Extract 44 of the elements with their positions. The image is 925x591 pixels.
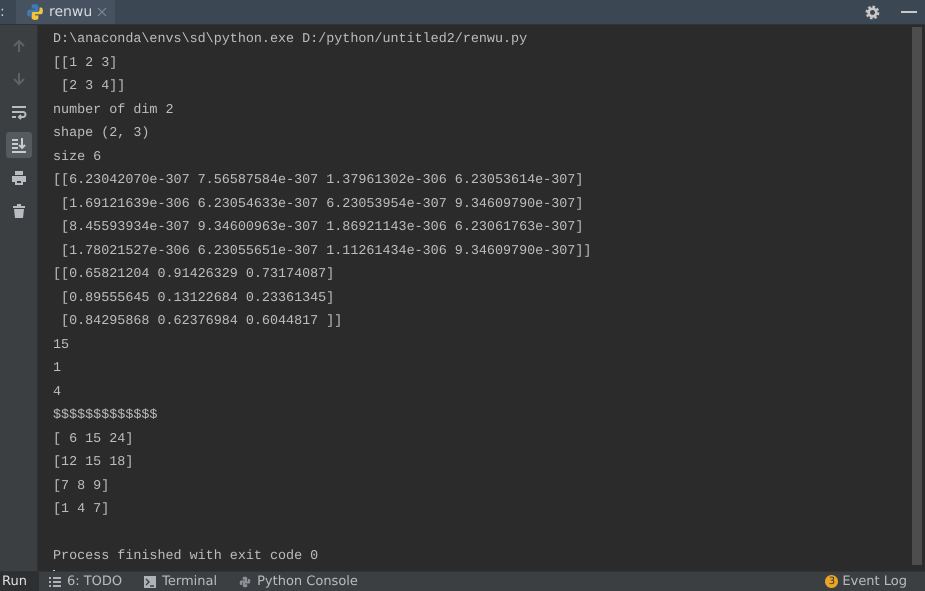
console-line: [7 8 9] — [53, 478, 110, 494]
console-line: 15 — [53, 338, 70, 352]
trash-icon — [10, 203, 26, 219]
console-line: D:\anaconda\envs\sd\python.exe D:/python/untitled2/renwu.py — [53, 32, 528, 47]
console-line: [[0.65821204 0.91426329 0.73174087] — [53, 267, 334, 282]
console-line: [8.45593934e-307 9.34600963e-307 1.86921143e-306 6.23061763e-307] — [60, 220, 584, 235]
console-line: [ 6 15 24] — [53, 432, 134, 446]
console-line: shape (2, 3) — [53, 126, 150, 141]
tool-window-tab[interactable]: Python Console — [229, 572, 370, 591]
console-line: [12 15 18] — [53, 455, 134, 470]
toolbar-button[interactable] — [6, 132, 32, 158]
process-exit-message: Process finished with exit code 0 — [53, 549, 318, 564]
minimize-icon[interactable] — [901, 10, 917, 14]
tab-bar-edge-text: : — [0, 4, 6, 20]
console-line: $$$$$$$$$$$$$ — [53, 408, 158, 423]
notification-count: 3 — [825, 575, 838, 588]
console-line: size 6 — [53, 150, 102, 164]
scrollbar-thumb[interactable] — [912, 27, 922, 565]
console-line: 4 — [53, 384, 62, 400]
down-arrow-icon — [10, 71, 26, 87]
python-logo-icon — [26, 3, 44, 21]
console-line: [2 3 4]] — [60, 79, 126, 94]
console-line: [0.89555645 0.13122684 0.23361345] — [60, 290, 334, 306]
tool-window-tab[interactable]: 6: TODO — [38, 572, 134, 591]
console-line: [0.84295868 0.62376984 0.6044817 ]] — [60, 314, 342, 329]
console-line: [1.78021527e-306 6.23055651e-307 1.11261434e-306 9.34609790e-307]] — [60, 244, 592, 258]
console-line: [[6.23042070e-307 7.56587584e-307 1.37961302e-306 6.23053614e-307] — [53, 173, 584, 188]
up-arrow-icon — [10, 38, 26, 54]
scroll-to-end-icon — [10, 137, 26, 153]
tool-window-tab[interactable]: Run — [0, 572, 39, 591]
settings-icon[interactable] — [864, 4, 881, 20]
python-logo-icon — [239, 576, 252, 588]
terminal-icon — [144, 576, 156, 588]
list-icon — [48, 576, 61, 588]
print-icon — [10, 170, 26, 186]
console-line: [1.69121639e-306 6.23054633e-307 6.23053954e-307 9.34609790e-307] — [60, 196, 584, 212]
event-log-button[interactable]: 3 Event Log — [825, 574, 925, 589]
soft-wrap-icon — [10, 104, 26, 120]
tool-window-tab[interactable]: Terminal — [134, 572, 230, 591]
console-line: [1 4 7] — [53, 502, 110, 517]
editor-tab[interactable]: renwu — [16, 0, 116, 24]
console-line: number of dim 2 — [53, 102, 174, 118]
console-line: [[1 2 3] — [53, 56, 118, 70]
console-line: 1 — [53, 361, 62, 376]
